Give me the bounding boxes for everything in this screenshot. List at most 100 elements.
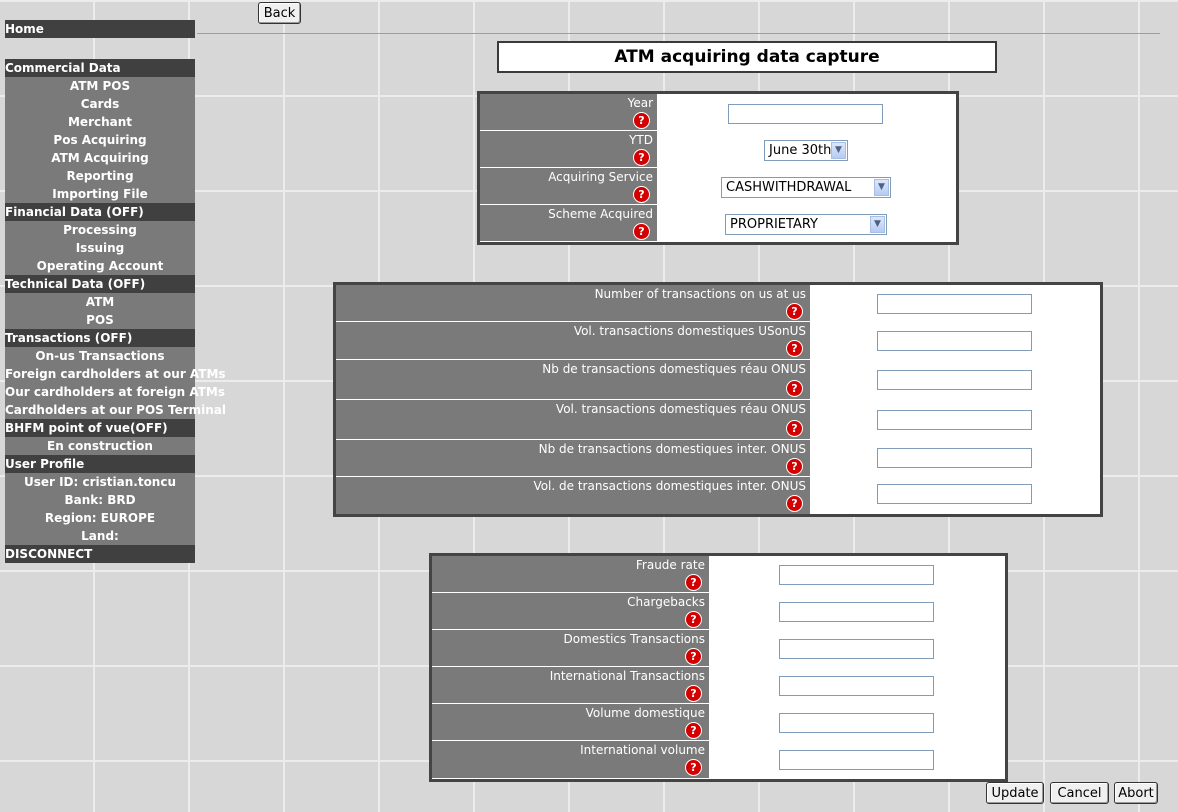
help-icon[interactable]: ?	[686, 723, 701, 738]
help-icon[interactable]: ?	[787, 459, 802, 474]
year-label: Year	[627, 96, 653, 110]
nb-onus-label: Number of transactions on us at us	[594, 287, 806, 301]
help-icon[interactable]: ?	[634, 224, 649, 239]
vol-inter-input[interactable]	[877, 484, 1032, 504]
sidebar-menu: Home Commercial Data ATM POS Cards Merch…	[5, 0, 226, 563]
row-vol-inter: Vol. de transactions domestiques inter. …	[336, 477, 1100, 514]
vol-inter-label: Vol. de transactions domestiques inter. …	[533, 479, 806, 493]
chargebacks-input[interactable]	[779, 602, 934, 622]
help-icon[interactable]: ?	[787, 496, 802, 511]
help-icon[interactable]: ?	[787, 304, 802, 319]
sidebar-item-atm-pos[interactable]: ATM POS	[5, 77, 195, 95]
sidebar-item-our-cardholders-foreign[interactable]: Our cardholders at foreign ATMs	[5, 383, 225, 401]
international-volume-input[interactable]	[779, 750, 934, 770]
section-user-profile: User Profile	[5, 455, 195, 473]
fraude-rate-input[interactable]	[779, 565, 934, 585]
region-label: Region: EUROPE	[5, 509, 195, 527]
sidebar-item-merchant[interactable]: Merchant	[5, 113, 195, 131]
sidebar-item-on-us-transactions[interactable]: On-us Transactions	[5, 347, 195, 365]
row-year: Year?	[480, 94, 956, 131]
help-icon[interactable]: ?	[634, 150, 649, 165]
domestics-transactions-input[interactable]	[779, 639, 934, 659]
vol-usonus-label: Vol. transactions domestiques USonUS	[573, 324, 806, 338]
update-button[interactable]: Update	[986, 782, 1044, 804]
sidebar-item-issuing[interactable]: Issuing	[5, 239, 195, 257]
vol-usonus-input[interactable]	[877, 331, 1032, 351]
sidebar-item-en-construction[interactable]: En construction	[5, 437, 195, 455]
sidebar-item-pos[interactable]: POS	[5, 311, 195, 329]
row-acquiring-service: Acquiring Service? CASHWITHDRAWAL ▼	[480, 168, 956, 205]
help-icon[interactable]: ?	[686, 612, 701, 627]
chargebacks-label: Chargebacks	[627, 595, 705, 609]
scheme-acquired-selected-value: PROPRIETARY	[730, 217, 818, 232]
row-ytd: YTD? June 30th ▼	[480, 131, 956, 168]
sidebar-item-pos-acquiring[interactable]: Pos Acquiring	[5, 131, 195, 149]
section-technical-data: Technical Data (OFF)	[5, 275, 195, 293]
domestics-transactions-label: Domestics Transactions	[563, 632, 705, 646]
help-icon[interactable]: ?	[634, 187, 649, 202]
row-international-volume: International volume?	[432, 741, 1005, 778]
sidebar-item-atm[interactable]: ATM	[5, 293, 195, 311]
international-transactions-input[interactable]	[779, 676, 934, 696]
help-icon[interactable]: ?	[634, 113, 649, 128]
section-transactions: Transactions (OFF)	[5, 329, 195, 347]
land-label: Land:	[5, 527, 195, 545]
year-input[interactable]	[728, 104, 883, 124]
cancel-button[interactable]: Cancel	[1050, 782, 1109, 804]
row-international-transactions: International Transactions?	[432, 667, 1005, 704]
help-icon[interactable]: ?	[686, 760, 701, 775]
chevron-down-icon: ▼	[874, 179, 889, 196]
user-id-label: User ID: cristian.toncu	[5, 473, 195, 491]
help-icon[interactable]: ?	[686, 686, 701, 701]
acquiring-service-select[interactable]: CASHWITHDRAWAL ▼	[721, 177, 891, 198]
disconnect-link[interactable]: DISCONNECT	[5, 545, 195, 563]
row-domestics-transactions: Domestics Transactions?	[432, 630, 1005, 667]
help-icon[interactable]: ?	[686, 575, 701, 590]
sidebar-item-reporting[interactable]: Reporting	[5, 167, 195, 185]
row-volume-domestique: Volume domestique?	[432, 704, 1005, 741]
abort-button[interactable]: Abort	[1114, 782, 1158, 804]
scheme-acquired-select[interactable]: PROPRIETARY ▼	[725, 214, 887, 235]
row-vol-usonus: Vol. transactions domestiques USonUS?	[336, 322, 1100, 360]
row-nb-onus: Number of transactions on us at us?	[336, 285, 1100, 322]
section-bhfm: BHFM point of vue(OFF)	[5, 419, 195, 437]
row-scheme-acquired: Scheme Acquired? PROPRIETARY ▼	[480, 205, 956, 242]
row-chargebacks: Chargebacks?	[432, 593, 1005, 630]
nb-reseau-label: Nb de transactions domestiques réau ONUS	[542, 362, 806, 376]
nb-inter-label: Nb de transactions domestiques inter. ON…	[538, 442, 806, 456]
row-vol-reseau: Vol. transactions domestiques réau ONUS?	[336, 400, 1100, 440]
vol-reseau-input[interactable]	[877, 410, 1032, 430]
acquiring-service-label: Acquiring Service	[548, 170, 653, 184]
sidebar-home[interactable]: Home	[5, 20, 195, 38]
volume-domestique-label: Volume domestique	[585, 706, 705, 720]
sidebar-item-foreign-cardholders[interactable]: Foreign cardholders at our ATMs	[5, 365, 226, 383]
fraude-rate-label: Fraude rate	[635, 558, 705, 572]
page-title: ATM acquiring data capture	[497, 41, 997, 73]
chevron-down-icon: ▼	[870, 216, 885, 233]
bank-label: Bank: BRD	[5, 491, 195, 509]
section-commercial-data: Commercial Data	[5, 59, 195, 77]
fraud-volume-panel: Fraude rate? Chargebacks? Domestics Tran…	[429, 553, 1008, 782]
nb-onus-input[interactable]	[877, 294, 1032, 314]
help-icon[interactable]: ?	[787, 421, 802, 436]
row-nb-reseau: Nb de transactions domestiques réau ONUS…	[336, 360, 1100, 400]
section-financial-data: Financial Data (OFF)	[5, 203, 195, 221]
nb-inter-input[interactable]	[877, 448, 1032, 468]
scheme-acquired-label: Scheme Acquired	[548, 207, 653, 221]
back-button[interactable]: Back	[258, 2, 301, 24]
sidebar-item-cards[interactable]: Cards	[5, 95, 195, 113]
acquiring-service-selected-value: CASHWITHDRAWAL	[726, 180, 852, 195]
sidebar-item-processing[interactable]: Processing	[5, 221, 195, 239]
sidebar-item-importing-file[interactable]: Importing File	[5, 185, 195, 203]
ytd-select[interactable]: June 30th ▼	[764, 140, 848, 161]
help-icon[interactable]: ?	[686, 649, 701, 664]
volume-domestique-input[interactable]	[779, 713, 934, 733]
sidebar-item-cardholders-pos[interactable]: Cardholders at our POS Terminal	[5, 401, 226, 419]
nb-reseau-input[interactable]	[877, 370, 1032, 390]
help-icon[interactable]: ?	[787, 341, 802, 356]
help-icon[interactable]: ?	[787, 381, 802, 396]
ytd-label: YTD	[629, 133, 653, 147]
divider	[197, 33, 1160, 34]
sidebar-item-operating-account[interactable]: Operating Account	[5, 257, 195, 275]
sidebar-item-atm-acquiring[interactable]: ATM Acquiring	[5, 149, 195, 167]
